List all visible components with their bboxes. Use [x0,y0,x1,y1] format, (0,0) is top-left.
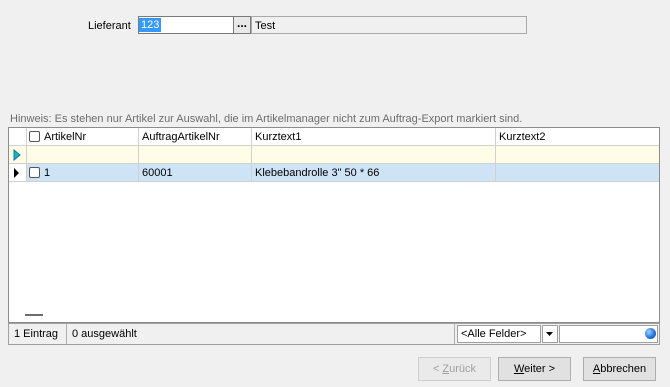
select-all-checkbox[interactable] [29,131,40,142]
new-row-indicator [9,146,27,164]
new-row-arrow-icon [13,148,21,162]
back-button[interactable]: < Zurück [418,357,491,381]
new-row-cell[interactable] [27,146,139,164]
supplier-browse-button[interactable]: ... [233,16,251,34]
supplier-name-field: Test [251,16,527,34]
column-header-kurztext2[interactable]: Kurztext2 [496,128,659,146]
record-count: 1 Eintrag [9,324,67,344]
selected-count: 0 ausgewählt [67,324,455,344]
cancel-button[interactable]: Abbrechen [583,357,656,381]
new-row-cell[interactable] [139,146,252,164]
row-indicator [9,164,27,182]
next-button-rest: eiter > [524,363,556,375]
cell-artikelnr[interactable]: 1 [27,164,139,182]
filter-field-dropdown-button[interactable] [542,325,558,343]
new-row-cell[interactable] [496,146,659,164]
supplier-label: Lieferant [88,20,131,32]
row-checkbox[interactable] [29,167,40,178]
splitter-handle[interactable] [25,314,43,316]
current-row-arrow-icon [14,168,19,178]
cancel-button-rest: bbrechen [600,363,647,375]
next-button-accel: W [513,363,525,375]
cell-auftragartikelnr[interactable]: 60001 [139,164,252,182]
next-button[interactable]: Weiter > [498,357,571,381]
chevron-down-icon [546,332,553,336]
supplier-number-value: 123 [139,18,162,32]
back-button-prefix: < [432,363,443,375]
cell-kurztext1[interactable]: Klebebandrolle 3" 50 * 66 [252,164,496,182]
header-indicator-cell [9,128,27,146]
filter-search-input[interactable] [559,325,658,343]
search-globe-icon[interactable] [645,328,656,339]
column-header-artikelnr[interactable]: ArtikelNr [27,128,139,146]
cell-artikelnr-value: 1 [44,167,51,179]
column-header-auftragartikelnr[interactable]: AuftragArtikelNr [139,128,252,146]
back-button-rest: urück [449,363,477,375]
supplier-number-input[interactable]: 123 [138,16,234,34]
cell-kurztext2[interactable] [496,164,659,182]
article-grid[interactable]: ArtikelNr AuftragArtikelNr Kurztext1 Kur… [8,127,660,323]
new-row-cell[interactable] [252,146,496,164]
table-row[interactable]: 1 60001 Klebebandrolle 3" 50 * 66 [9,164,659,182]
new-row[interactable] [9,146,659,164]
grid-header-row: ArtikelNr AuftragArtikelNr Kurztext1 Kur… [9,128,659,146]
filter-field-select[interactable]: <Alle Felder> [457,325,541,343]
column-header-artikelnr-label: ArtikelNr [44,131,87,143]
column-header-kurztext1[interactable]: Kurztext1 [252,128,496,146]
hint-text: Hinweis: Es stehen nur Artikel zur Auswa… [10,113,523,125]
